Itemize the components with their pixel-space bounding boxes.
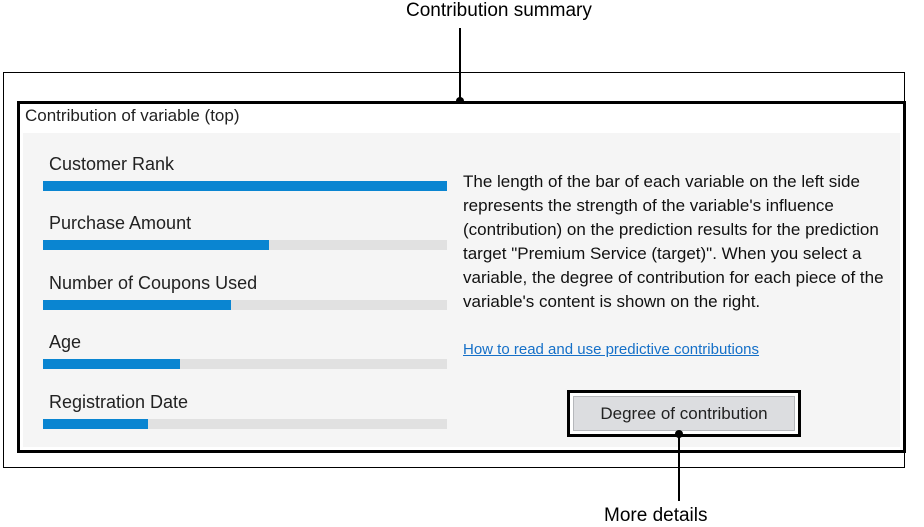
help-link[interactable]: How to read and use predictive contribut… <box>463 341 759 358</box>
contribution-summary-panel: Contribution of variable (top) Customer … <box>17 101 906 453</box>
panel-title: Contribution of variable (top) <box>25 106 240 125</box>
variable-label: Age <box>49 332 82 352</box>
contribution-bar <box>43 240 270 250</box>
contribution-summary-callout: Contribution summary <box>406 0 592 21</box>
variable-label: Number of Coupons Used <box>49 273 258 293</box>
callout-dot <box>675 430 683 438</box>
variable-label: Purchase Amount <box>49 213 192 233</box>
variable-label: Customer Rank <box>49 154 175 174</box>
contribution-description: The length of the bar of each variable o… <box>463 172 884 311</box>
contribution-bar <box>43 359 181 369</box>
contribution-bar-track <box>43 300 447 310</box>
degree-of-contribution-button[interactable]: Degree of contribution <box>573 396 795 431</box>
contribution-bar-track <box>43 240 447 250</box>
contribution-bar <box>43 419 149 429</box>
callout-leader-line <box>678 433 680 501</box>
more-details-callout: More details <box>604 505 708 526</box>
panel-body: Customer Rank Purchase Amount Number of … <box>23 133 900 447</box>
contribution-bar <box>43 181 447 191</box>
contribution-bar <box>43 300 231 310</box>
more-details-highlight: Degree of contribution <box>567 390 801 437</box>
contribution-bar-track <box>43 359 447 369</box>
contribution-bar-track <box>43 419 447 429</box>
contribution-bar-track <box>43 181 447 191</box>
variable-label: Registration Date <box>49 392 189 412</box>
